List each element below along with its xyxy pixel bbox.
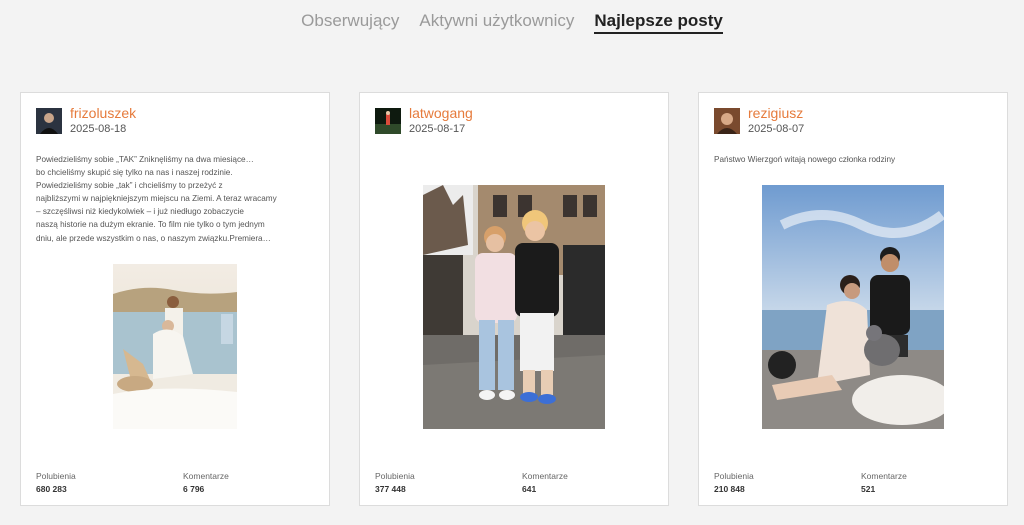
caption-line: – szczęśliwsi niż kiedykolwiek – i już n… <box>36 207 244 217</box>
comments-label: Komentarze <box>183 471 229 481</box>
caption-line: Powiedzieliśmy sobie „tak” i chcieliśmy … <box>36 181 223 191</box>
caption-line: dniu, ale przede wszystkim o nas, o nasz… <box>36 233 271 243</box>
tab-obserwujacy[interactable]: Obserwujący <box>301 10 399 32</box>
post-date: 2025-08-18 <box>70 123 127 135</box>
post-caption: Państwo Wierzgoń witają nowego członka r… <box>714 153 996 166</box>
likes-label: Polubienia <box>375 471 415 481</box>
post-photo[interactable] <box>113 264 237 429</box>
post-date: 2025-08-07 <box>748 123 805 135</box>
comments-label: Komentarze <box>522 471 568 481</box>
comments-count: 521 <box>861 484 876 494</box>
caption-line: naszą historie na dużym ekranie. To film… <box>36 220 265 230</box>
comments-label: Komentarze <box>861 471 907 481</box>
tab-bar: Obserwujący Aktywni użytkownicy Najlepsz… <box>0 10 1024 34</box>
username-link[interactable]: latwogang <box>409 105 473 121</box>
comments-count: 6 796 <box>183 484 205 494</box>
tab-aktywni-uzytkownicy[interactable]: Aktywni użytkownicy <box>419 10 574 32</box>
avatar[interactable] <box>36 108 62 134</box>
username-link[interactable]: rezigiusz <box>748 105 803 121</box>
avatar[interactable] <box>714 108 740 134</box>
caption-line: Powiedzieliśmy sobie „TAK” Zniknęliśmy n… <box>36 155 254 164</box>
post-photo[interactable] <box>762 185 944 429</box>
caption-line: najbliższymi w najpiękniejszym miejscu n… <box>36 194 277 204</box>
post-caption: Powiedzieliśmy sobie „TAK” Zniknęliśmy n… <box>36 153 318 245</box>
avatar[interactable] <box>375 108 401 134</box>
likes-count: 377 448 <box>375 484 406 494</box>
likes-label: Polubienia <box>36 471 76 481</box>
likes-label: Polubienia <box>714 471 754 481</box>
post-card: frizoluszek 2025-08-18 Powiedzieliśmy so… <box>20 92 330 506</box>
likes-count: 680 283 <box>36 484 67 494</box>
caption-line: bo chcieliśmy skupić się tylko na nas i … <box>36 168 233 178</box>
post-date: 2025-08-17 <box>409 123 466 135</box>
caption-line: Państwo Wierzgoń witają nowego członka r… <box>714 155 896 164</box>
likes-count: 210 848 <box>714 484 745 494</box>
post-photo[interactable] <box>423 185 605 429</box>
username-link[interactable]: frizoluszek <box>70 105 136 121</box>
post-card: rezigiusz 2025-08-07 Państwo Wierzgoń wi… <box>698 92 1008 506</box>
tab-najlepsze-posty[interactable]: Najlepsze posty <box>594 10 723 34</box>
post-card: latwogang 2025-08-17 Polubienia 377 448 … <box>359 92 669 506</box>
comments-count: 641 <box>522 484 537 494</box>
